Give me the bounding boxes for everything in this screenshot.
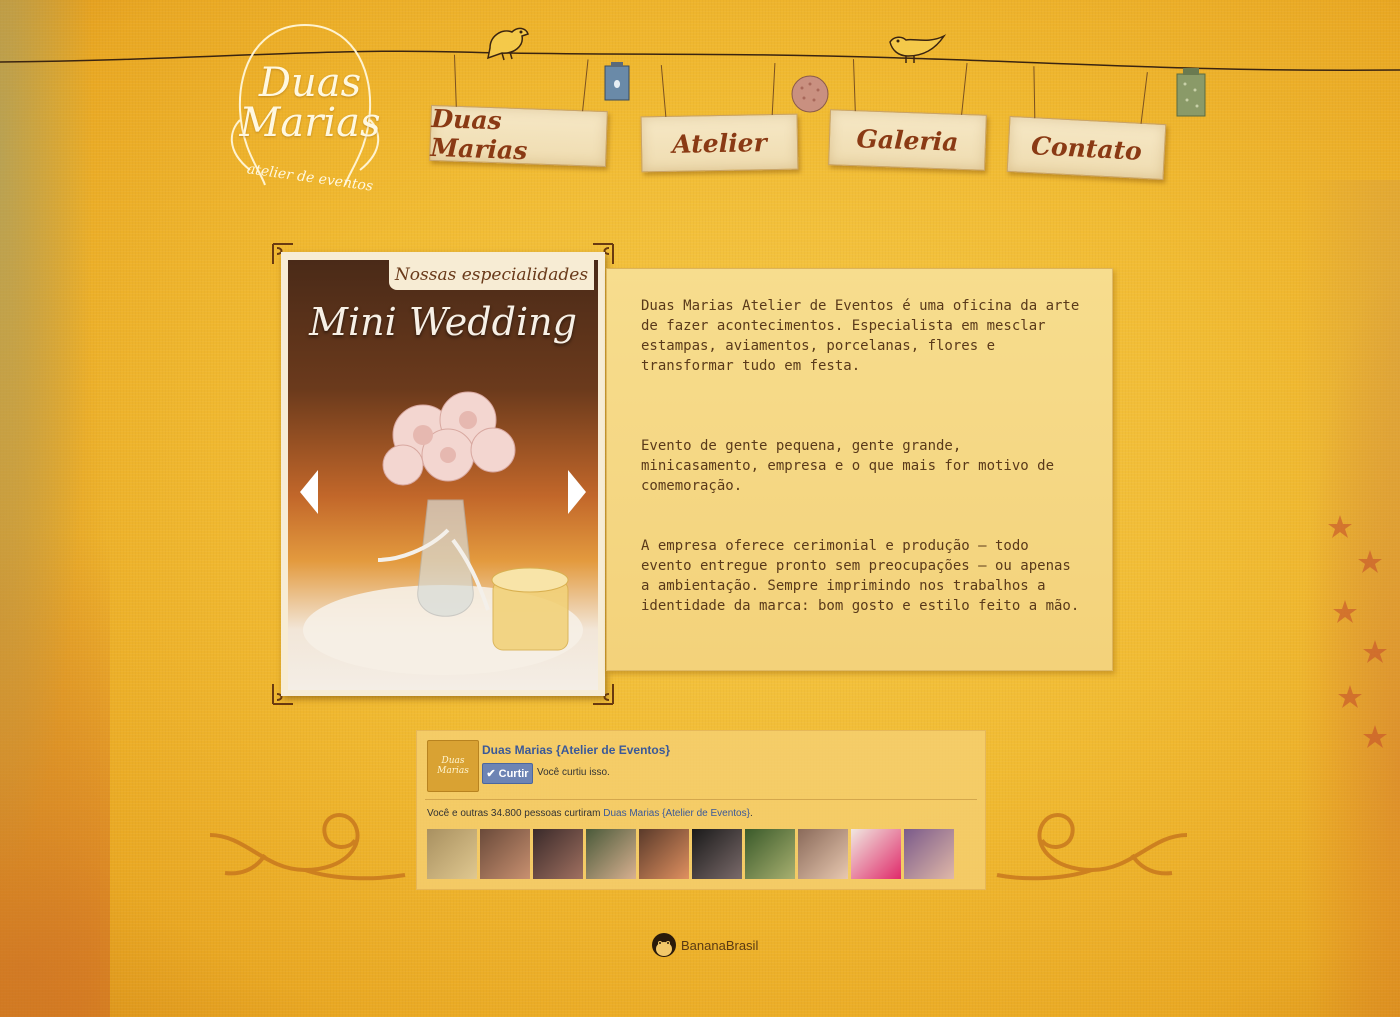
- pink-lantern-icon: [791, 75, 829, 113]
- brand-logo[interactable]: Duas Marias atelier de eventos: [185, 20, 435, 220]
- fan-avatar[interactable]: [639, 829, 689, 879]
- stars-decoration: [1328, 515, 1387, 748]
- nav-galeria[interactable]: Galeria: [828, 109, 987, 171]
- fan-faces-list: [427, 829, 954, 879]
- fan-avatar[interactable]: [533, 829, 583, 879]
- fan-avatar[interactable]: [480, 829, 530, 879]
- slider-photo: Nossas especialidades Mini Wedding: [288, 260, 598, 690]
- fan-avatar[interactable]: [427, 829, 477, 879]
- about-paragraph-2: Evento de gente pequena, gente grande, m…: [641, 438, 1055, 494]
- blue-lantern-icon: [604, 62, 630, 101]
- about-panel: Duas Marias Atelier de Eventos é uma ofi…: [606, 268, 1113, 671]
- facebook-like-box: Duas Marias Duas Marias {Atelier de Event…: [416, 730, 986, 890]
- slide-heading: Mini Wedding: [309, 300, 577, 344]
- about-paragraph-1: Duas Marias Atelier de Eventos é uma ofi…: [641, 298, 1080, 374]
- right-decoration: [1280, 180, 1400, 1017]
- divider: [425, 799, 977, 800]
- facebook-page-name[interactable]: Duas Marias {Atelier de Eventos}: [482, 743, 670, 757]
- nav-contato[interactable]: Contato: [1006, 115, 1167, 181]
- likes-count-page-link[interactable]: Duas Marias {Atelier de Eventos}: [603, 808, 750, 819]
- right-swirl-ornament: [996, 813, 1188, 881]
- fan-avatar[interactable]: [586, 829, 636, 879]
- monkey-logo-icon: [652, 933, 676, 957]
- likes-count-text: Você e outras 34.800 pessoas curtiram Du…: [427, 808, 753, 819]
- bird-icon: [889, 34, 947, 63]
- likes-count-prefix: Você e outras 34.800 pessoas curtiram: [427, 808, 604, 819]
- footer-credit[interactable]: BananaBrasil: [651, 930, 758, 960]
- left-swirl-ornament: [209, 813, 406, 881]
- thumb-line1: Duas: [441, 756, 465, 766]
- thumb-line2: Marias: [437, 766, 469, 776]
- fan-avatar[interactable]: [798, 829, 848, 879]
- liked-status: Você curtiu isso.: [537, 767, 610, 778]
- specialties-slider: Nossas especialidades Mini Wedding: [281, 252, 605, 696]
- specialties-badge: Nossas especialidades: [389, 260, 594, 290]
- fan-avatar[interactable]: [904, 829, 954, 879]
- fan-avatar[interactable]: [851, 829, 901, 879]
- about-paragraph-3: A empresa oferece cerimonial e produção …: [641, 538, 1080, 614]
- nav-duas-marias[interactable]: Duas Marias: [429, 104, 608, 168]
- slider-prev-arrow-icon[interactable]: [300, 470, 318, 514]
- likes-count-suffix: .: [749, 808, 753, 819]
- check-icon: ✔: [486, 768, 496, 780]
- facebook-like-button[interactable]: ✔ Curtir: [482, 763, 533, 784]
- nav-atelier[interactable]: Atelier: [640, 113, 799, 173]
- like-label: Curtir: [498, 767, 529, 780]
- green-lantern-icon: [1176, 68, 1206, 117]
- fan-avatar[interactable]: [745, 829, 795, 879]
- slider-next-arrow-icon[interactable]: [568, 470, 586, 514]
- fan-avatar[interactable]: [692, 829, 742, 879]
- credit-text: BananaBrasil: [681, 937, 759, 953]
- bird-icon: [487, 27, 529, 61]
- logo-title-line2: Marias: [239, 100, 381, 146]
- left-floral-decoration: [0, 0, 110, 1017]
- facebook-page-thumbnail[interactable]: Duas Marias: [427, 740, 479, 792]
